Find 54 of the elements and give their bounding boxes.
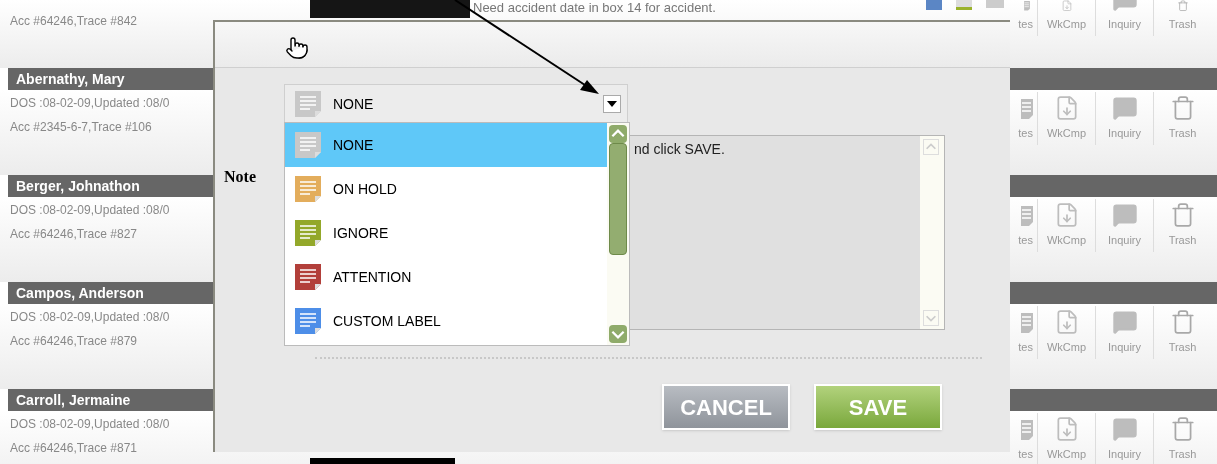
document-icon <box>1021 0 1033 12</box>
inquiry-action[interactable]: Inquiry <box>1095 92 1153 145</box>
dos-text: DOS :08-02-09,Updated :08/0 <box>10 416 171 433</box>
document-icon <box>1021 96 1033 121</box>
scroll-down-icon[interactable] <box>609 325 627 343</box>
account-text: Acc #64246,Trace #842 <box>10 14 137 28</box>
account-text: Acc #64246,Trace #827 <box>10 226 138 243</box>
document-icon[interactable] <box>956 0 972 10</box>
inquiry-action[interactable]: Inquiry <box>1095 306 1153 359</box>
trash-icon <box>1169 201 1196 228</box>
notes-action[interactable]: tes <box>1012 413 1037 464</box>
trash-action[interactable]: Trash <box>1153 413 1211 464</box>
document-icon <box>1021 417 1033 442</box>
scrollbar[interactable] <box>920 136 944 329</box>
scrollbar[interactable] <box>607 123 629 345</box>
notes-action[interactable]: tes <box>1012 306 1037 359</box>
work-comp-action[interactable]: WkCmp <box>1037 199 1095 252</box>
notes-action[interactable]: tes <box>1012 92 1037 145</box>
inquiry-action[interactable]: Inquiry <box>1095 199 1153 252</box>
document-icon <box>1021 203 1033 228</box>
dropdown-caret-icon <box>603 95 621 113</box>
save-button[interactable]: SAVE <box>814 384 942 430</box>
message-text: Need accident date in box 14 for accident. <box>473 0 716 16</box>
inquiry-action[interactable]: Inquiry <box>1095 0 1153 36</box>
account-text: Acc #2345-6-7,Trace #106 <box>10 119 153 136</box>
work-comp-action[interactable]: WkCmp <box>1037 92 1095 145</box>
square-icon[interactable] <box>926 0 942 10</box>
note-label: Note <box>224 168 256 185</box>
label-select[interactable]: NONE <box>284 84 628 124</box>
scroll-down-icon[interactable] <box>923 310 939 326</box>
trash-icon <box>1169 94 1196 121</box>
trash-icon <box>1169 415 1196 442</box>
dos-text: DOS :08-02-09,Updated :08/0 <box>10 202 171 219</box>
trash-action[interactable]: Trash <box>1153 0 1211 36</box>
dos-text: DOS :08-02-09,Updated :08/0 <box>10 309 171 326</box>
trash-action[interactable]: Trash <box>1153 306 1211 359</box>
cancel-button[interactable]: CANCEL <box>662 384 790 430</box>
scroll-up-icon[interactable] <box>609 125 627 143</box>
document-icon <box>1021 310 1033 335</box>
dos-text: DOS :08-02-09,Updated :08/0 <box>10 95 171 112</box>
work-comp-action[interactable]: WkCmp <box>1037 413 1095 464</box>
work-comp-action[interactable]: WkCmp <box>1037 306 1095 359</box>
account-text: Acc #64246,Trace #879 <box>10 333 138 350</box>
notes-action[interactable]: tes <box>1012 199 1037 252</box>
notes-action[interactable]: tes <box>1012 0 1037 36</box>
inquiry-action[interactable]: Inquiry <box>1095 413 1153 464</box>
dropdown-option[interactable]: NONE <box>285 123 607 167</box>
trash-icon <box>1169 308 1196 335</box>
account-text: Acc #64246,Trace #871 <box>10 440 138 457</box>
trash-action[interactable]: Trash <box>1153 199 1211 252</box>
trash-action[interactable]: Trash <box>1153 92 1211 145</box>
hand-cursor-icon <box>285 36 309 60</box>
scroll-up-icon[interactable] <box>923 139 939 155</box>
work-comp-action[interactable]: WkCmp <box>1037 0 1095 36</box>
